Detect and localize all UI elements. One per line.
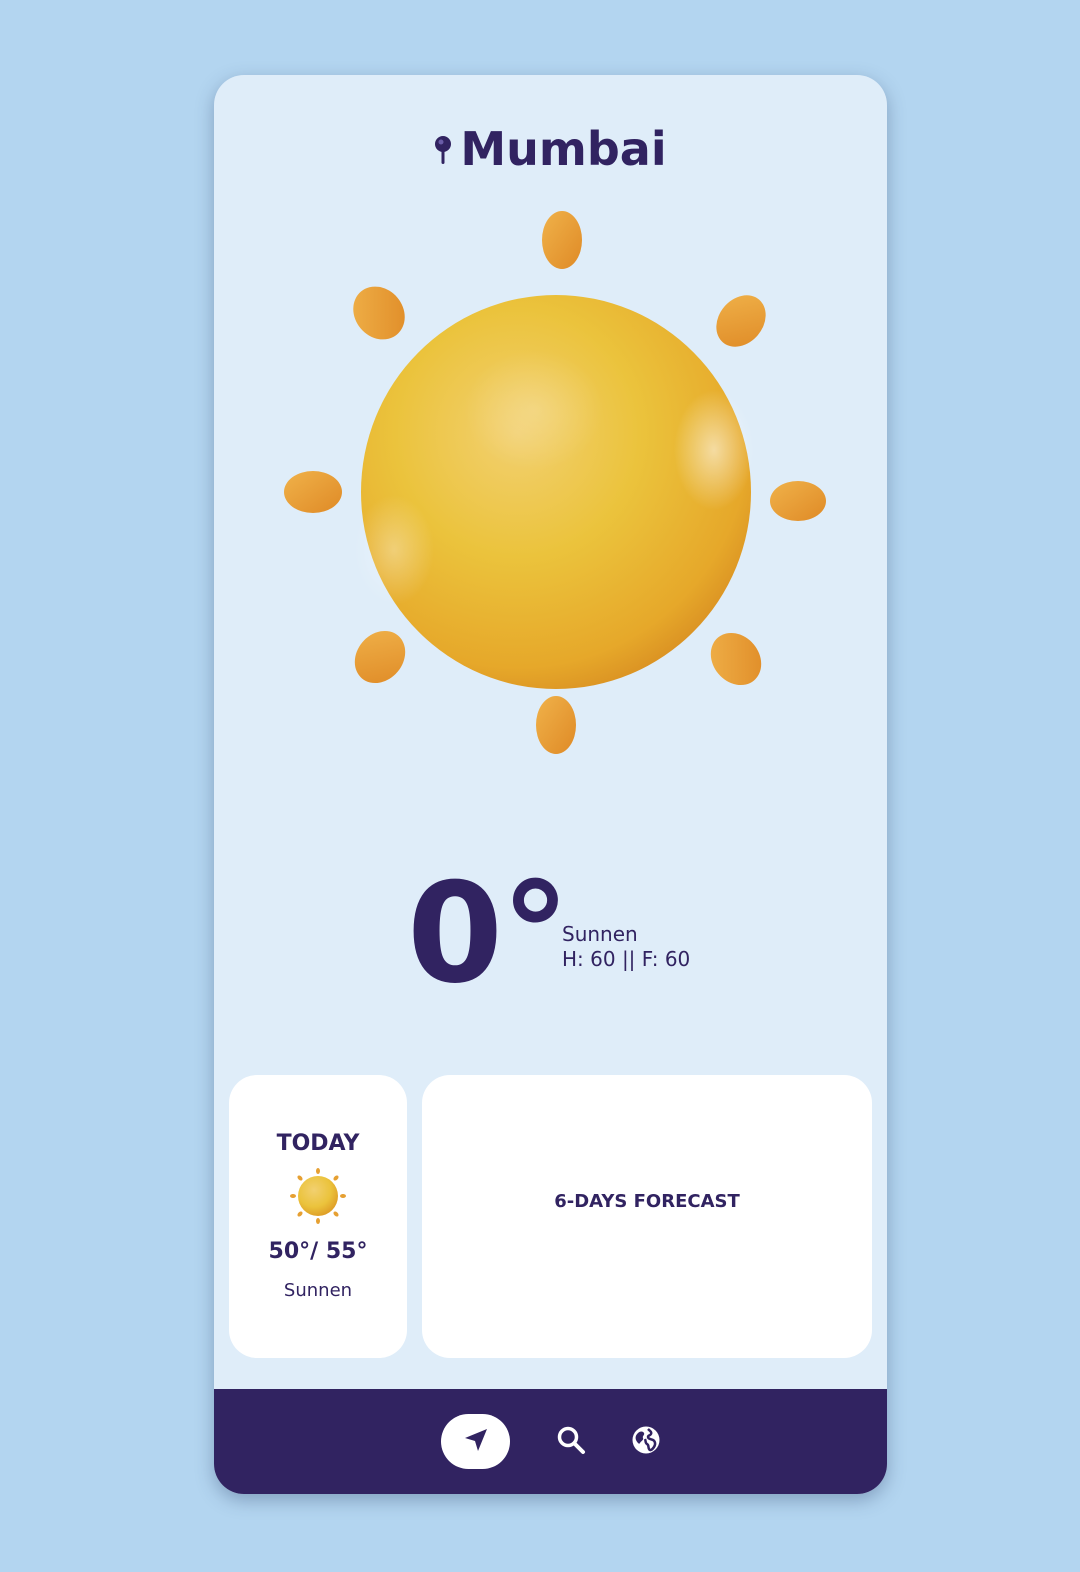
- city-name: Mumbai: [460, 122, 667, 176]
- current-condition: Sunnen: [562, 922, 638, 946]
- nav-current-location-button[interactable]: [441, 1414, 510, 1469]
- today-label: TODAY: [276, 1131, 360, 1156]
- high-low: H: 60 || F: 60: [562, 947, 691, 971]
- today-condition: Sunnen: [283, 1280, 353, 1301]
- sun-icon: [290, 1168, 346, 1224]
- today-temperatures: 50°/ 55°: [268, 1239, 368, 1264]
- current-details: Sunnen H: 60 || F: 60: [562, 922, 690, 972]
- location-arrow-icon: [463, 1427, 489, 1457]
- search-icon: [556, 1425, 586, 1459]
- nav-search-button[interactable]: [554, 1425, 588, 1459]
- location-header: Mumbai: [214, 121, 887, 181]
- bottom-navbar: [214, 1389, 887, 1494]
- nav-globe-button[interactable]: [629, 1425, 663, 1459]
- weather-card: Mumbai 0° Sunnen H: 60 || F: 60 TODAY 50…: [214, 75, 887, 1494]
- current-weather: 0° Sunnen H: 60 || F: 60: [214, 865, 887, 1005]
- globe-icon: [631, 1425, 661, 1459]
- map-pin-icon: [434, 121, 452, 177]
- forecast-title: 6-DAYS FORECAST: [554, 1191, 740, 1212]
- current-temperature: 0°: [407, 853, 570, 1014]
- forecast-panel[interactable]: 6-DAYS FORECAST: [422, 1075, 872, 1358]
- today-panel[interactable]: TODAY 50°/ 55° Sunnen: [229, 1075, 407, 1358]
- sun-icon: [284, 210, 829, 755]
